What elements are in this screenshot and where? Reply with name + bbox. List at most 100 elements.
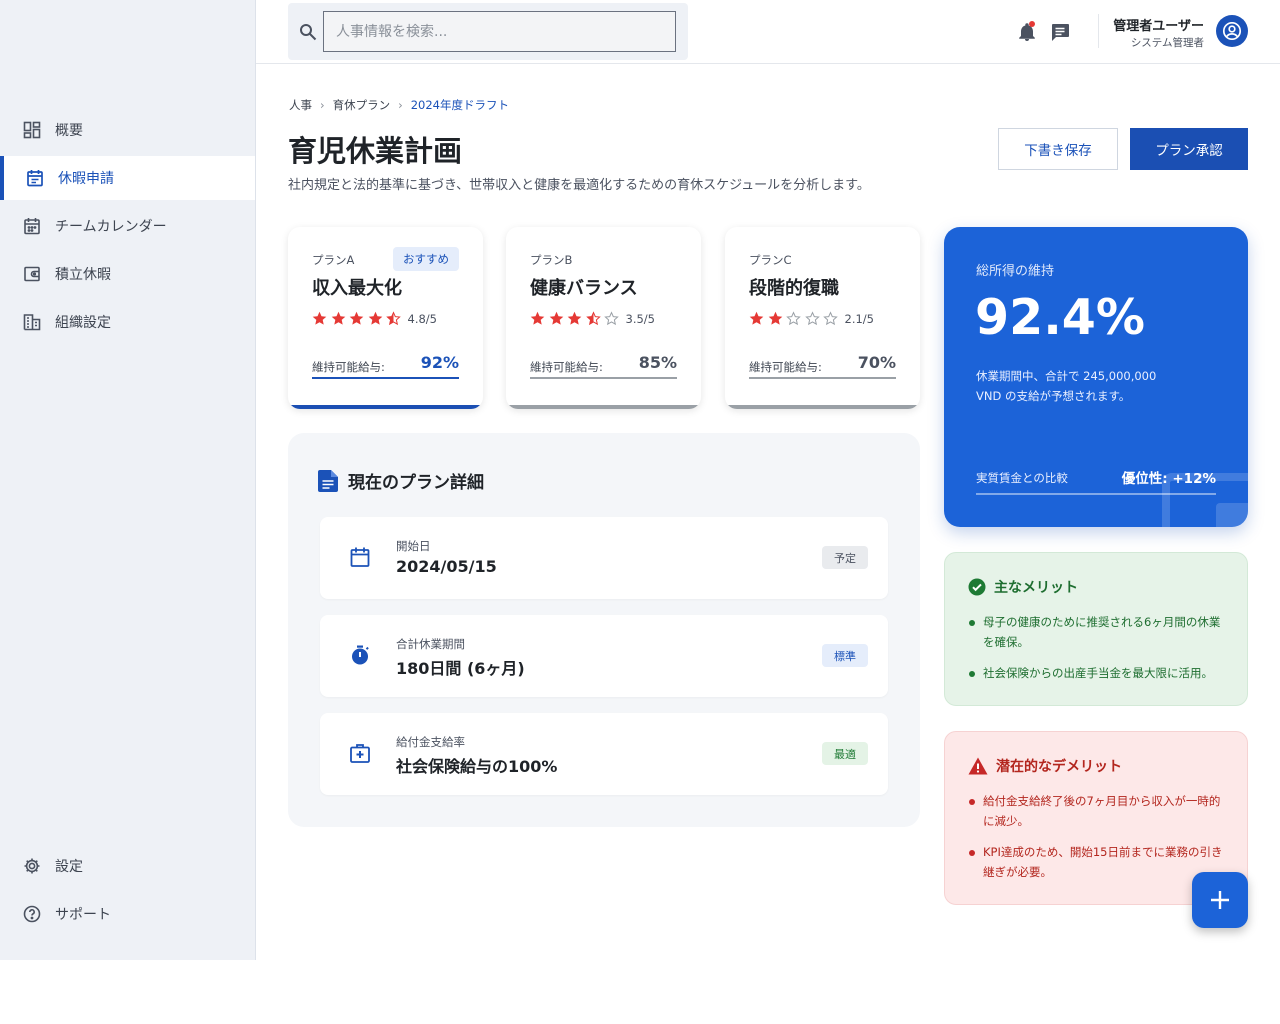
plan-card-c[interactable]: プランC 段階的復職 2.1/5 維持可能給与: 70% [725,227,920,409]
plan-selected-bar [288,405,483,409]
income-retention-card: 総所得の維持 92.4% 休業期間中、合計で 245,000,000 VND の… [944,227,1248,527]
account-circle-icon [1222,21,1242,41]
retain-value: 92% [420,353,459,372]
sidebar-item-label: 休暇申請 [58,171,114,187]
retain-value: 70% [857,353,896,372]
compare-underline [976,493,1216,495]
star-filled-icon [312,311,327,325]
sidebar-item-label: チームカレンダー [55,219,167,235]
compare-value: 優位性: +12% [1121,471,1216,487]
star-filled-icon [567,311,582,325]
star-filled-icon [331,311,345,325]
approve-plan-button[interactable]: プラン承認 [1130,128,1248,170]
calendar-icon [23,217,41,235]
sidebar: 概要 休暇申請 チームカレンダー 積立休暇 組織設定 設定 サポート [0,0,256,960]
star-filled-icon [768,311,782,325]
star-filled-icon [368,311,382,325]
detail-row-duration: 合計休業期間 180日間 (6ヶ月) 標準 [320,615,888,697]
page-subtitle: 社内規定と法的基準に基づき、世帯収入と健康を最適化するための育休スケジュールを分… [288,178,870,193]
sidebar-item-settings[interactable]: 設定 [0,844,255,888]
sidebar-bottom-nav: 設定 サポート [0,844,255,940]
star-filled-icon [749,311,764,325]
sidebar-item-org-settings[interactable]: 組織設定 [0,300,255,344]
retain-label: 維持可能給与: [530,360,603,374]
sidebar-item-leave-request[interactable]: 休暇申請 [0,156,255,200]
notification-dot [1029,21,1035,27]
star-filled-icon [549,311,563,325]
breadcrumb-item[interactable]: 人事 [289,97,312,113]
list-item: 給付金支給終了後の7ヶ月目から収入が一時的に減少。 [968,792,1226,831]
sidebar-item-label: 組織設定 [55,315,111,331]
sidebar-nav: 概要 休暇申請 チームカレンダー 積立休暇 組織設定 [0,108,255,348]
sidebar-item-label: 概要 [55,123,83,139]
plan-name: 段階的復職 [749,278,839,299]
plan-name: 健康バランス [530,278,638,299]
search-box [288,3,688,60]
rating-text: 4.8/5 [407,311,437,326]
calendar-event-icon [26,169,44,187]
search-input[interactable] [323,11,676,52]
detail-value: 社会保険給与の100% [396,757,558,776]
plan-card-a[interactable]: プランA おすすめ 収入最大化 4.8/5 維持可能給与: 92% [288,227,483,409]
merits-card: 主なメリット 母子の健康のために推奨される6ヶ月間の休業を確保。 社会保険からの… [944,552,1248,706]
plan-label: プランB [530,253,573,267]
check-circle-icon [968,578,986,596]
sidebar-item-accrued-leave[interactable]: 積立休暇 [0,252,255,296]
star-empty-icon [604,311,619,326]
breadcrumb: 人事 › 育休プラン › 2024年度ドラフト [289,97,509,113]
sidebar-item-team-calendar[interactable]: チームカレンダー [0,204,255,248]
gear-icon [23,857,41,875]
star-rating: 4.8/5 [312,311,437,326]
search-icon [299,23,317,41]
compare-label: 実質賃金との比較 [976,471,1068,485]
rating-text: 3.5/5 [625,311,655,326]
save-draft-button[interactable]: 下書き保存 [998,128,1118,170]
detail-value: 180日間 (6ヶ月) [396,659,525,678]
messages-button[interactable] [1049,21,1071,43]
retain-value: 85% [638,353,677,372]
sidebar-item-support[interactable]: サポート [0,892,255,936]
demerits-list: 給付金支給終了後の7ヶ月目から収入が一時的に減少。 KPI達成のため、開始15日… [968,792,1226,894]
star-empty-icon [786,311,801,326]
plan-card-b[interactable]: プランB 健康バランス 3.5/5 維持可能給与: 85% [506,227,701,409]
star-filled-icon [530,311,545,325]
plan-details-panel: 現在のプラン詳細 開始日 2024/05/15 予定 合計休業期間 180日間 … [288,433,920,827]
top-bar: 管理者ユーザー システム管理者 [256,0,1280,64]
star-rating: 2.1/5 [749,311,874,326]
breadcrumb-item[interactable]: 育休プラン [333,97,391,113]
retain-label: 維持可能給与: [312,360,385,374]
retain-underline [530,377,677,379]
notifications-button[interactable] [1016,21,1038,43]
retain-underline [312,377,459,379]
sidebar-item-overview[interactable]: 概要 [0,108,255,152]
add-fab-button[interactable] [1192,872,1248,928]
status-badge: 最適 [822,742,868,765]
list-item: 母子の健康のために推奨される6ヶ月間の休業を確保。 [968,613,1226,652]
retain-label: 維持可能給与: [749,360,822,374]
building-icon [23,313,41,331]
plan-card-bar [506,405,701,409]
plan-label: プランC [749,253,792,267]
detail-row-benefit-rate: 給付金支給率 社会保険給与の100% 最適 [320,713,888,795]
plan-name: 収入最大化 [312,278,402,299]
details-title: 現在のプラン詳細 [348,473,484,493]
detail-label: 合計休業期間 [396,637,465,651]
breadcrumb-separator: › [398,98,403,112]
dashboard-icon [23,121,41,139]
star-half-icon [585,311,601,326]
document-icon [318,469,338,492]
income-label: 総所得の維持 [976,264,1055,279]
medical-bag-icon [349,742,371,764]
list-item: KPI達成のため、開始15日前までに業務の引き継ぎが必要。 [968,843,1226,882]
timer-icon [349,644,371,666]
avatar[interactable] [1216,15,1248,47]
page-title: 育児休業計画 [288,134,463,168]
recommended-badge: おすすめ [393,247,459,271]
topbar-divider [1098,14,1099,48]
plus-icon [1211,891,1229,909]
sidebar-item-label: 積立休暇 [55,267,111,283]
merits-title: 主なメリット [994,580,1078,596]
plan-card-bar [725,405,920,409]
chat-icon [1052,24,1069,41]
plan-label: プランA [312,253,355,267]
